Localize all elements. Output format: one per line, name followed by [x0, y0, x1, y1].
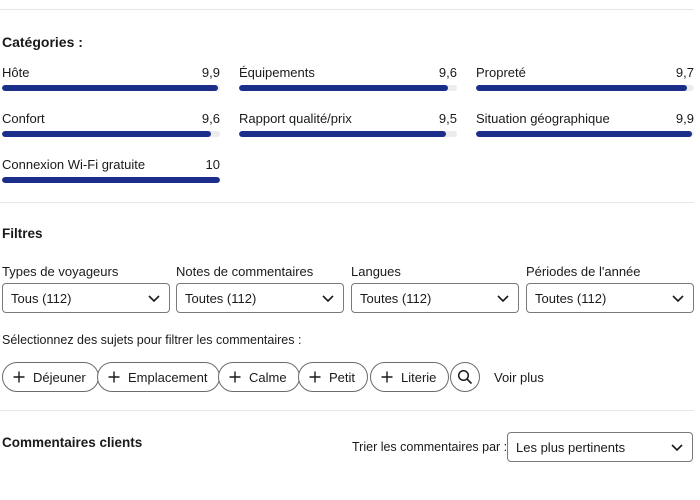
- topic-chip-calme[interactable]: Calme: [218, 362, 300, 392]
- score-label: Connexion Wi-Fi gratuite: [2, 157, 146, 172]
- score-value: 9,9: [675, 111, 694, 126]
- reviews-title: Commentaires clients: [2, 435, 143, 450]
- score-value: 10: [205, 157, 220, 172]
- select-value: Toutes (112): [185, 290, 257, 306]
- search-icon: [457, 369, 473, 385]
- categories-title: Catégories :: [2, 34, 83, 50]
- filter-label-review-score: Notes de commentaires: [176, 264, 314, 279]
- plus-icon: [309, 371, 321, 383]
- score-bar: [239, 85, 457, 91]
- filter-label-traveler-type: Types de voyageurs: [2, 264, 119, 279]
- score-label: Confort: [2, 111, 45, 126]
- search-topics-button[interactable]: [450, 362, 480, 392]
- see-more-link[interactable]: Voir plus: [494, 370, 544, 385]
- filter-label-periods: Périodes de l'année: [526, 264, 641, 279]
- sort-select[interactable]: Les plus pertinents: [507, 432, 693, 462]
- score-value: 9,5: [438, 111, 457, 126]
- topic-chip-literie[interactable]: Literie: [370, 362, 450, 392]
- score-label: Situation géographique: [476, 111, 610, 126]
- score-bar-fill: [2, 85, 218, 91]
- score-confort: Confort 9,6: [2, 111, 220, 137]
- score-value: 9,7: [675, 65, 694, 80]
- plus-icon: [13, 371, 25, 383]
- score-label: Équipements: [239, 65, 315, 80]
- chevron-down-icon: [497, 295, 509, 303]
- top-divider: [0, 9, 694, 10]
- score-bar-fill: [239, 131, 447, 137]
- filters-title: Filtres: [2, 226, 43, 241]
- periods-select[interactable]: Toutes (112): [526, 283, 694, 313]
- filters-divider: [0, 410, 694, 411]
- filter-label-languages: Langues: [351, 264, 401, 279]
- score-bar-fill: [239, 85, 449, 91]
- select-value: Toutes (112): [360, 290, 432, 306]
- plus-icon: [229, 371, 241, 383]
- score-bar: [476, 131, 694, 137]
- score-bar: [2, 177, 220, 183]
- topic-chip-emplacement[interactable]: Emplacement: [97, 362, 221, 392]
- chip-label: Petit: [329, 369, 356, 385]
- score-bar: [2, 131, 220, 137]
- chevron-down-icon: [322, 295, 334, 303]
- score-label: Rapport qualité/prix: [239, 111, 352, 126]
- chevron-down-icon: [671, 444, 683, 452]
- chip-label: Literie: [401, 369, 437, 385]
- score-label: Hôte: [2, 65, 30, 80]
- review-score-select[interactable]: Toutes (112): [176, 283, 344, 313]
- score-bar-fill: [2, 177, 220, 183]
- score-rapport-qualite-prix: Rapport qualité/prix 9,5: [239, 111, 457, 137]
- select-value: Tous (112): [11, 290, 72, 306]
- score-equipements: Équipements 9,6: [239, 65, 457, 91]
- score-hote: Hôte 9,9: [2, 65, 220, 91]
- topic-chip-dejeuner[interactable]: Déjeuner: [2, 362, 99, 392]
- chevron-down-icon: [672, 295, 684, 303]
- score-value: 9,6: [438, 65, 457, 80]
- chip-label: Calme: [249, 369, 287, 385]
- score-value: 9,9: [201, 65, 220, 80]
- plus-icon: [108, 371, 120, 383]
- score-bar-fill: [2, 131, 212, 137]
- select-value: Toutes (112): [535, 290, 607, 306]
- topic-chip-petit[interactable]: Petit: [298, 362, 369, 392]
- plus-icon: [381, 371, 393, 383]
- select-value: Les plus pertinents: [516, 439, 626, 455]
- score-value: 9,6: [201, 111, 220, 126]
- score-bar-fill: [476, 131, 692, 137]
- score-situation-geographique: Situation géographique 9,9: [476, 111, 694, 137]
- chip-label: Emplacement: [128, 369, 208, 385]
- score-bar: [2, 85, 220, 91]
- score-proprete: Propreté 9,7: [476, 65, 694, 91]
- topics-prompt: Sélectionnez des sujets pour filtrer les…: [2, 333, 302, 347]
- traveler-type-select[interactable]: Tous (112): [2, 283, 170, 313]
- score-bar: [239, 131, 457, 137]
- sort-label: Trier les commentaires par :: [352, 440, 508, 454]
- score-bar-fill: [476, 85, 688, 91]
- languages-select[interactable]: Toutes (112): [351, 283, 519, 313]
- chip-label: Déjeuner: [33, 369, 86, 385]
- categories-divider: [0, 202, 694, 203]
- score-label: Propreté: [476, 65, 526, 80]
- chevron-down-icon: [148, 295, 160, 303]
- score-bar: [476, 85, 694, 91]
- score-wifi: Connexion Wi-Fi gratuite 10: [2, 157, 220, 183]
